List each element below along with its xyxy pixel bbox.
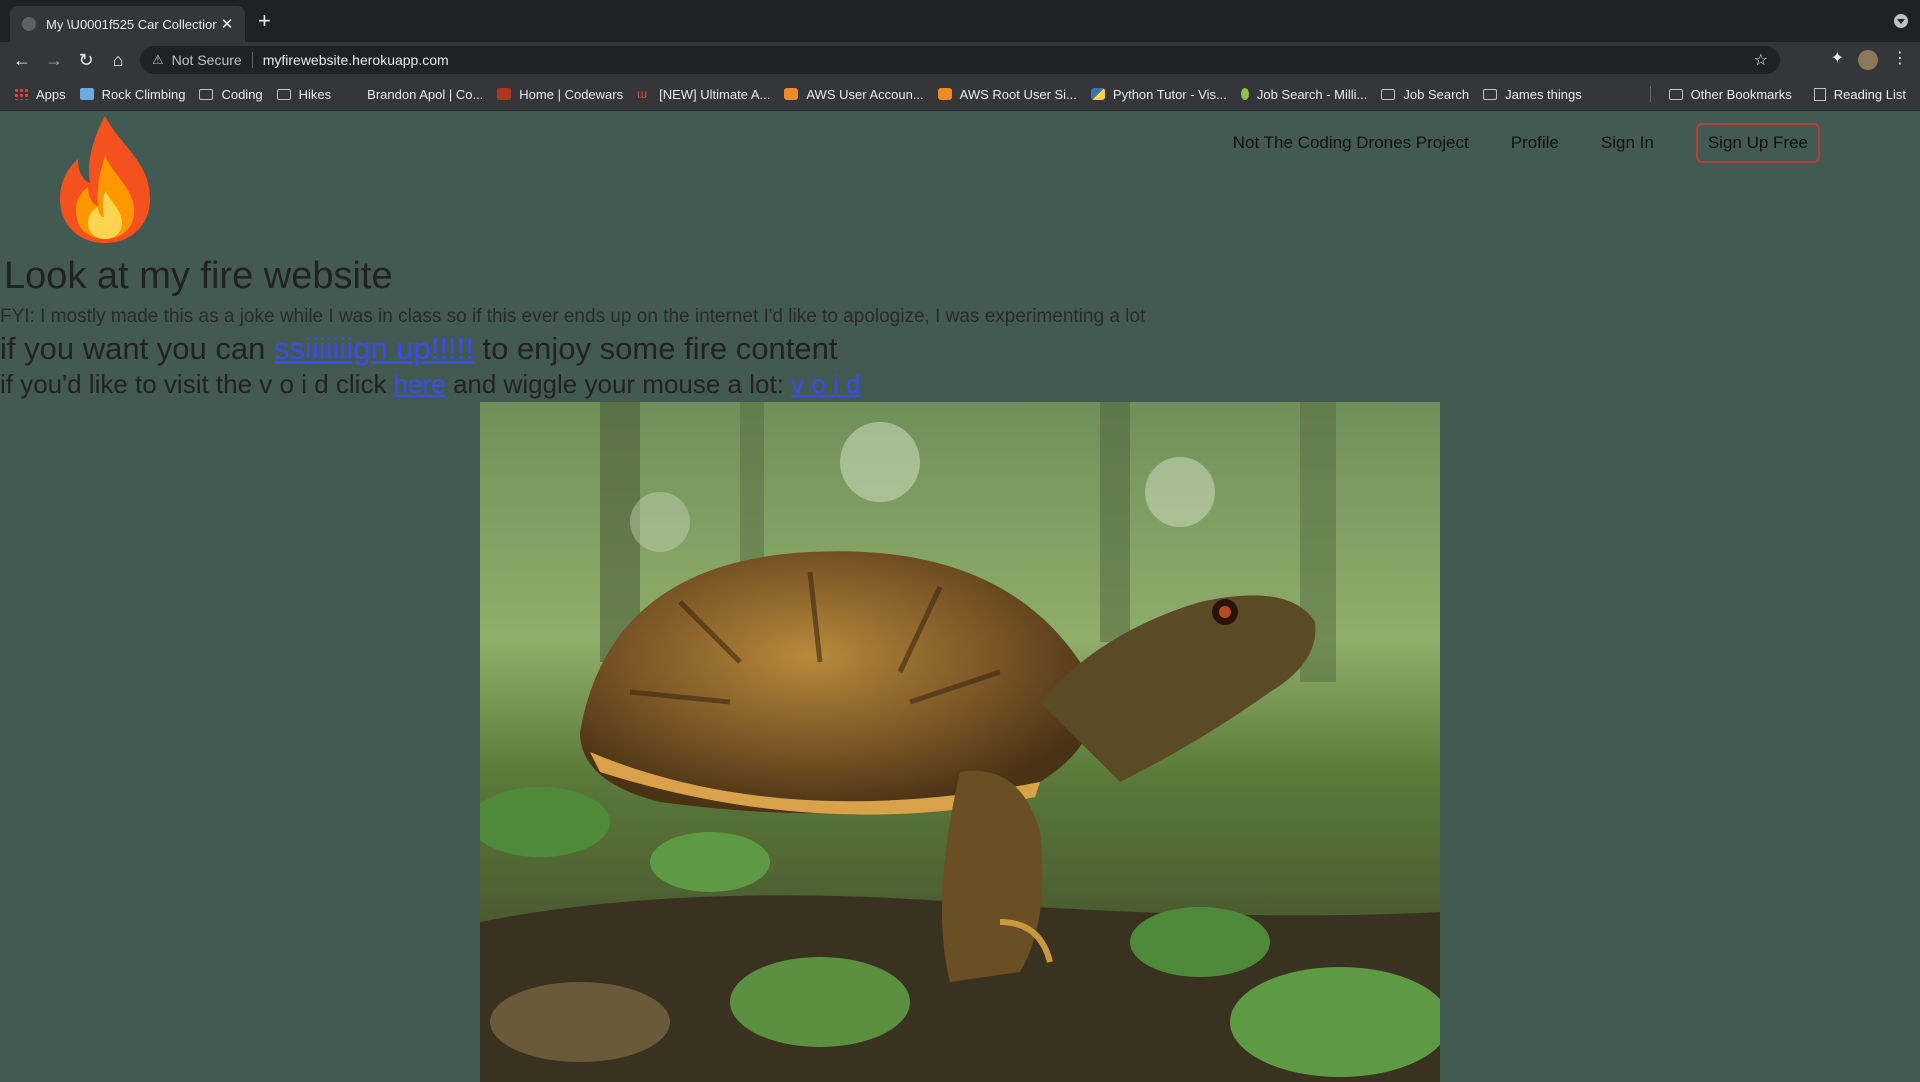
menu-kebab-icon[interactable]: ⋮ (1892, 48, 1908, 68)
signup-prompt: if you want you can ssiiiiiiign up!!!!! … (0, 331, 837, 367)
tab-favicon-icon (22, 17, 36, 31)
bookmark-folder-coding[interactable]: Coding (199, 86, 263, 102)
bookmark-ultimate[interactable]: ɯ [NEW] Ultimate A... (637, 87, 770, 102)
site-icon (1240, 88, 1249, 100)
bookmark-job-search-milli[interactable]: Job Search - Milli... (1240, 86, 1368, 102)
apps-grid-icon (14, 88, 28, 100)
bookmark-star-icon[interactable]: ☆ (1754, 50, 1768, 70)
nav-project-link[interactable]: Not The Coding Drones Project (1233, 133, 1469, 153)
codewars-icon (497, 88, 512, 100)
aws-icon (937, 88, 952, 100)
bookmark-label: Apps (36, 86, 66, 102)
profile-avatar[interactable] (1858, 50, 1878, 70)
bookmark-folder-james-things[interactable]: James things (1483, 87, 1582, 102)
fire-icon (60, 116, 150, 243)
bookmark-label: [NEW] Ultimate A... (659, 86, 771, 102)
page-content: Not The Coding Drones Project Profile Si… (0, 111, 1920, 1082)
sign-up-free-button[interactable]: Sign Up Free (1695, 123, 1820, 163)
fyi-text: FYI: I mostly made this as a joke while … (0, 306, 1146, 327)
security-label[interactable]: Not Secure (172, 52, 242, 68)
reload-icon[interactable]: ↻ (74, 48, 98, 72)
site-icon: ɯ (637, 87, 648, 101)
omnibox-divider (251, 52, 253, 68)
other-bookmarks-folder[interactable]: Other Bookmarks (1668, 86, 1792, 102)
folder-icon (1668, 88, 1683, 100)
bookmark-apps[interactable]: Apps (14, 87, 66, 102)
bookmark-label: Coding (221, 86, 263, 102)
bookmarks-divider (1650, 86, 1651, 102)
back-icon[interactable]: ← (10, 48, 34, 72)
browser-tab[interactable]: My \U0001f525 Car Collection ✕ (10, 6, 245, 42)
home-icon[interactable]: ⌂ (106, 48, 130, 72)
void-prompt: if you'd like to visit the v o i d click… (0, 369, 861, 400)
bookmarks-right: Other Bookmarks Reading List (1655, 87, 1906, 102)
tab-strip: My \U0001f525 Car Collection ✕ + (0, 0, 1920, 42)
bookmark-label: AWS User Accoun... (806, 86, 924, 102)
void-prompt-mid: and wiggle your mouse a lot: (445, 369, 792, 399)
site-icon (79, 88, 94, 100)
folder-icon (1381, 88, 1396, 100)
page-title: Look at my fire website (4, 255, 393, 297)
void-prompt-pre: if you'd like to visit the v o i d click (0, 369, 394, 399)
bookmark-codewars[interactable]: Home | Codewars (497, 87, 623, 102)
warning-icon[interactable]: ⚠ (152, 52, 164, 68)
signup-prompt-pre: if you want you can (0, 331, 274, 366)
bookmark-label: Reading List (1833, 86, 1906, 102)
nav-profile-link[interactable]: Profile (1511, 133, 1559, 153)
bookmark-aws-root[interactable]: AWS Root User Si... (937, 86, 1077, 102)
turtle-photo (480, 402, 1440, 1082)
signup-prompt-post: to enjoy some fire content (473, 331, 838, 366)
bookmarks-bar: Apps Rock Climbing Coding Hikes Brandon … (0, 78, 1920, 111)
signup-link[interactable]: ssiiiiiiign up!!!!! (274, 331, 474, 366)
tab-search-icon[interactable] (1894, 14, 1908, 28)
bookmark-label: Home | Codewars (519, 86, 624, 102)
bookmark-rock-climbing[interactable]: Rock Climbing (79, 86, 186, 102)
bookmark-label: James things (1505, 86, 1582, 102)
bookmark-label: Brandon Apol | Co... (367, 86, 484, 102)
bookmark-folder-hikes[interactable]: Hikes (276, 86, 332, 102)
extensions-icon[interactable]: ✦ (1831, 48, 1844, 68)
url-text[interactable]: myfirewebsite.herokuapp.com (263, 52, 449, 68)
void-here-link[interactable]: here (394, 369, 446, 399)
bookmark-label: Hikes (298, 86, 332, 102)
tab-title: My \U0001f525 Car Collection (46, 16, 217, 32)
bookmark-brandon-apol[interactable]: Brandon Apol | Co... (345, 87, 483, 102)
folder-icon (199, 88, 214, 100)
bookmark-folder-job-search[interactable]: Job Search (1381, 87, 1469, 102)
bookmark-label: Other Bookmarks (1690, 86, 1792, 102)
reading-list-icon (1813, 87, 1826, 101)
folder-icon (276, 88, 291, 100)
python-icon (1090, 88, 1105, 100)
bookmark-label: Python Tutor - Vis... (1112, 86, 1227, 102)
browser-toolbar: ← → ↻ ⌂ ⚠ Not Secure myfirewebsite.herok… (0, 42, 1920, 78)
new-tab-button[interactable]: + (258, 10, 271, 32)
bookmark-label: AWS Root User Si... (959, 86, 1077, 102)
nav-sign-in-link[interactable]: Sign In (1601, 133, 1654, 153)
site-icon (345, 88, 360, 100)
site-navigation: Not The Coding Drones Project Profile Si… (1191, 123, 1820, 163)
bookmark-label: Job Search (1403, 86, 1470, 102)
tab-close-icon[interactable]: ✕ (217, 15, 237, 33)
folder-icon (1483, 88, 1498, 100)
aws-icon (784, 88, 799, 100)
forward-icon[interactable]: → (42, 48, 66, 72)
void-link[interactable]: v o i d (791, 369, 860, 399)
address-bar[interactable]: ⚠ Not Secure myfirewebsite.herokuapp.com… (140, 46, 1780, 74)
bookmark-label: Job Search - Milli... (1256, 86, 1368, 102)
bookmark-python-tutor[interactable]: Python Tutor - Vis... (1090, 86, 1227, 102)
bookmark-label: Rock Climbing (101, 86, 186, 102)
reading-list[interactable]: Reading List (1813, 86, 1906, 102)
bookmark-aws-user[interactable]: AWS User Accoun... (784, 86, 924, 102)
